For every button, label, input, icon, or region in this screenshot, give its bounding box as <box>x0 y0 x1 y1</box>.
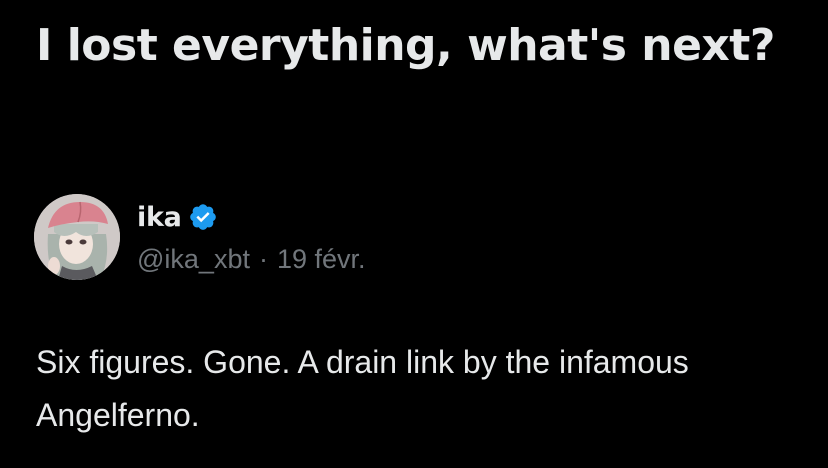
tweet-header: ika @ika_xbt · 19 févr. <box>34 194 366 284</box>
post-page: I lost everything, what's next? ika @ika… <box>0 0 828 468</box>
author-info: ika @ika_xbt · 19 févr. <box>137 198 366 275</box>
author-display-name[interactable]: ika <box>137 202 182 233</box>
author-name-row: ika <box>137 198 366 236</box>
author-avatar[interactable] <box>34 194 120 280</box>
tweet-meta: @ika_xbt · 19 févr. <box>137 244 366 275</box>
article-headline: I lost everything, what's next? <box>36 20 775 71</box>
avatar-icon <box>34 194 120 280</box>
author-handle[interactable]: @ika_xbt <box>137 244 250 275</box>
tweet-text: Six figures. Gone. A drain link by the i… <box>36 344 689 433</box>
meta-separator: · <box>258 244 268 274</box>
verified-badge-icon <box>188 202 218 232</box>
tweet-date[interactable]: 19 févr. <box>277 244 366 275</box>
